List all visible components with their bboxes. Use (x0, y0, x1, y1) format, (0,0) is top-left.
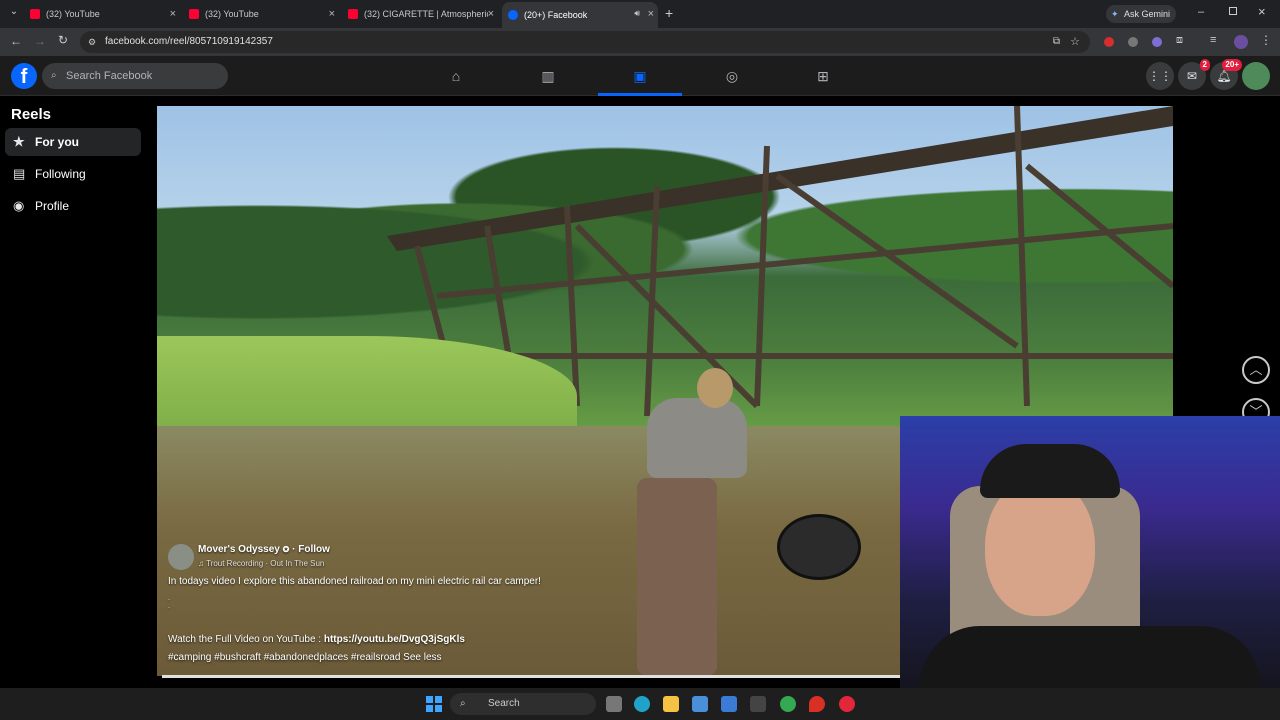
bell-icon: 🔔︎ (1216, 69, 1232, 83)
url-text: facebook.com/reel/805710919142357 (105, 36, 273, 47)
following-icon: ▤ (13, 166, 26, 181)
close-tab-icon[interactable]: × (487, 8, 494, 20)
search-icon: ⌕ (460, 698, 466, 709)
mail-icon[interactable] (721, 696, 737, 712)
close-tab-icon[interactable]: × (648, 8, 654, 20)
browser-tab[interactable]: (32) CIGARETTE | Atmospheric × (348, 4, 498, 24)
previous-reel-button[interactable]: ︿ (1242, 356, 1270, 384)
browser-toolbar: ← → ↻ ⚙ facebook.com/reel/80571091914235… (0, 28, 1280, 56)
sidebar-item-for-you[interactable]: ★ For you (5, 128, 141, 156)
windows-taskbar: ⌕ Search (0, 688, 1280, 720)
messenger-icon: ✉ (1186, 69, 1198, 83)
search-icon: ⌕ (51, 70, 57, 81)
person-wading (627, 368, 767, 676)
groups-icon[interactable]: ◎ (724, 68, 740, 84)
youtube-icon (30, 9, 40, 19)
notifications-button[interactable]: 🔔︎ 20+ (1210, 59, 1242, 90)
tab-title: (32) CIGARETTE | Atmospheric (364, 9, 491, 19)
star-icon: ★ (13, 134, 25, 149)
store-icon[interactable] (692, 696, 708, 712)
verified-icon: ✪ (282, 545, 290, 554)
restore-button[interactable] (1229, 7, 1237, 15)
browser-menu-icon[interactable]: ⋮ (1260, 33, 1272, 47)
search-input[interactable]: ⌕ Search Facebook (42, 63, 228, 89)
music-info[interactable]: ♫ Trout Recording · Out In The Sun (198, 559, 324, 568)
install-icon[interactable]: ⧉ (1053, 31, 1060, 53)
extensions-puzzle-icon[interactable]: ⧈ (1176, 34, 1183, 47)
author-name[interactable]: Mover's Odyssey (198, 544, 280, 555)
author-line: Mover's Odyssey ✪ · Follow (198, 544, 330, 555)
menu-grid-button[interactable]: ⋮⋮ (1146, 62, 1174, 90)
address-bar[interactable]: ⚙ facebook.com/reel/805710919142357 ⧉ ☆ (80, 31, 1090, 53)
minimize-button[interactable]: – (1198, 6, 1204, 18)
browser-tab-active[interactable]: (20+) Facebook 🔊︎ × (502, 2, 658, 28)
extension-icon[interactable] (1152, 37, 1162, 47)
facebook-header: f ⌕ Search Facebook ⌂ ▥ ▣ ◎ ⊞ ⋮⋮ ✉ 2 🔔︎ … (0, 56, 1280, 96)
tab-title: (20+) Facebook (524, 10, 588, 20)
app-icon[interactable] (750, 696, 766, 712)
reels-sidebar: Reels ★ For you ▤ Following ◉ Profile (0, 96, 157, 688)
close-tab-icon[interactable]: × (329, 8, 335, 20)
author-avatar[interactable] (168, 544, 194, 570)
webcam-overlay (900, 416, 1280, 720)
task-view-icon[interactable] (606, 696, 622, 712)
follow-button[interactable]: · Follow (292, 544, 330, 555)
messenger-badge: 2 (1199, 59, 1210, 71)
close-tab-icon[interactable]: × (170, 8, 176, 20)
sidebar-item-following[interactable]: ▤ Following (5, 160, 141, 188)
taskbar-search[interactable]: ⌕ Search (450, 693, 596, 715)
close-window-button[interactable]: × (1258, 4, 1266, 19)
active-tab-indicator (598, 93, 682, 96)
video-progress-bar[interactable] (162, 675, 900, 678)
tab-title: (32) YouTube (46, 9, 100, 19)
gaming-icon[interactable]: ⊞ (815, 68, 831, 84)
windows-start-icon[interactable] (426, 696, 442, 712)
bookmark-star-icon[interactable]: ☆ (1070, 31, 1080, 53)
youtube-link[interactable]: https://youtu.be/DvgQ3jSgKls (324, 634, 465, 645)
edge-icon[interactable] (634, 696, 650, 712)
maps-pin-icon[interactable] (809, 696, 825, 712)
speaker-icon[interactable]: 🔊︎ (634, 8, 640, 19)
facebook-logo[interactable]: f (11, 63, 37, 89)
new-tab-button[interactable]: + (665, 5, 673, 21)
hashtags[interactable]: #camping #bushcraft #abandonedplaces #re… (168, 652, 442, 663)
file-explorer-icon[interactable] (663, 696, 679, 712)
sidebar-item-profile[interactable]: ◉ Profile (5, 192, 141, 220)
fishing-net (777, 514, 861, 580)
profile-avatar[interactable] (1234, 35, 1248, 49)
watch-full-video-line: Watch the Full Video on YouTube : https:… (168, 634, 465, 645)
gemini-icon: ✦ (1111, 9, 1119, 19)
chrome-icon[interactable] (780, 696, 796, 712)
ask-gemini-button[interactable]: ✦ Ask Gemini (1106, 5, 1176, 23)
back-icon[interactable]: ← (10, 34, 22, 48)
reels-icon[interactable]: ▣ (632, 68, 648, 84)
tab-title: (32) YouTube (205, 9, 259, 19)
browser-tab-strip: ⌄ (32) YouTube × (32) YouTube × (32) CIG… (0, 0, 1280, 28)
browser-tab[interactable]: (32) YouTube × (189, 4, 339, 24)
account-avatar[interactable] (1242, 62, 1270, 90)
home-icon[interactable]: ⌂ (448, 68, 464, 84)
dashboard-icon[interactable]: ▥ (540, 68, 556, 84)
opera-icon[interactable] (839, 696, 855, 712)
media-controls-icon[interactable]: ≡ (1210, 34, 1216, 46)
profile-icon: ◉ (13, 198, 25, 213)
reload-icon[interactable]: ↻ (58, 33, 68, 47)
facebook-icon (508, 10, 518, 20)
description-dots: . . (168, 593, 171, 610)
notifications-badge: 20+ (1222, 59, 1242, 71)
youtube-icon (348, 9, 358, 19)
youtube-icon (189, 9, 199, 19)
extension-icon[interactable] (1128, 37, 1138, 47)
messenger-button[interactable]: ✉ 2 (1178, 59, 1210, 90)
tab-list-dropdown[interactable]: ⌄ (6, 6, 22, 22)
extension-icon[interactable] (1104, 37, 1114, 47)
reel-description: In todays video I explore this abandoned… (168, 576, 541, 587)
page-title: Reels (11, 106, 52, 123)
forward-icon[interactable]: → (34, 34, 46, 48)
browser-tab[interactable]: (32) YouTube × (30, 4, 180, 24)
site-info-icon[interactable]: ⚙ (88, 31, 96, 53)
